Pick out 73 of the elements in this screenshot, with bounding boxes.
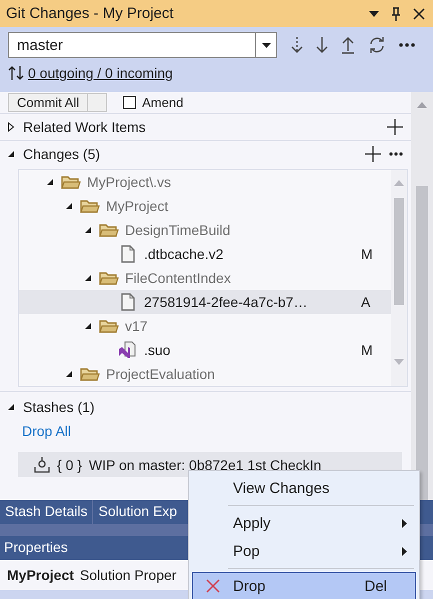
- pull-icon[interactable]: [316, 36, 328, 54]
- tree-item[interactable]: 27581914-2fee-4a7c-b7… A: [19, 290, 391, 314]
- more-icon[interactable]: [399, 43, 415, 47]
- file-name: .dtbcache.v2: [144, 246, 224, 262]
- menu-item[interactable]: Apply: [192, 509, 416, 537]
- scrollbar[interactable]: [411, 92, 433, 500]
- submenu-arrow-icon: [402, 518, 407, 528]
- collapse-arrow-icon[interactable]: [65, 202, 73, 210]
- folder-name: ProjectEvaluation: [106, 366, 216, 382]
- tree-item[interactable]: v17: [19, 314, 391, 338]
- stash-message: WIP on master: 0b872e1 1st CheckIn: [88, 456, 322, 472]
- collapse-arrow-icon[interactable]: [84, 274, 92, 282]
- section-header: Related Work Items: [23, 119, 147, 135]
- fetch-icon[interactable]: [291, 36, 303, 54]
- solution-file-icon: [118, 341, 138, 359]
- section-header: Changes (5): [23, 146, 102, 162]
- amend-checkbox[interactable]: [123, 96, 136, 109]
- push-icon[interactable]: [341, 36, 355, 54]
- collapse-arrow-icon[interactable]: [7, 403, 15, 411]
- amend-label: Amend: [142, 95, 184, 110]
- incoming-outgoing-icon: [8, 65, 24, 81]
- drop-all-link[interactable]: Drop All: [0, 420, 72, 445]
- branch-dropdown[interactable]: master: [8, 32, 277, 58]
- file-name: 27581914-2fee-4a7c-b7…: [144, 294, 308, 310]
- folder-icon: [80, 366, 100, 382]
- sync-link[interactable]: 0 outgoing / 0 incoming: [28, 65, 173, 81]
- menu-item[interactable]: Drop Del: [192, 572, 416, 599]
- section-header: Stashes (1): [23, 399, 96, 415]
- change-status: M: [361, 246, 374, 262]
- collapse-arrow-icon[interactable]: [46, 178, 54, 186]
- more-icon[interactable]: [389, 152, 403, 156]
- close-icon[interactable]: [413, 8, 425, 20]
- collapse-arrow-icon[interactable]: [84, 322, 92, 330]
- tree-item[interactable]: MyProject\.vs: [19, 170, 391, 194]
- stash-icon: [34, 456, 50, 472]
- object-type: Solution Proper: [80, 567, 176, 583]
- window-title: Git Changes - My Project: [6, 5, 175, 22]
- tree-item[interactable]: .suo M: [19, 338, 391, 362]
- object-name: MyProject: [7, 567, 74, 583]
- tree-item[interactable]: MyProject: [19, 194, 391, 218]
- tree-item[interactable]: ProjectEvaluation: [19, 362, 391, 386]
- menu-item[interactable]: View Changes: [192, 474, 416, 502]
- change-status: A: [361, 294, 372, 310]
- stash-index: { 0 }: [57, 456, 82, 472]
- tool-tab[interactable]: Stash Details: [0, 500, 92, 524]
- folder-icon: [61, 174, 81, 190]
- folder-name: v17: [125, 318, 149, 334]
- collapse-arrow-icon[interactable]: [65, 370, 73, 378]
- change-status: M: [361, 342, 374, 358]
- collapse-arrow-icon[interactable]: [7, 150, 15, 158]
- folder-icon: [80, 198, 100, 214]
- tree-item[interactable]: DesignTimeBuild: [19, 218, 391, 242]
- tree-item[interactable]: FileContentIndex: [19, 266, 391, 290]
- submenu-arrow-icon: [402, 546, 407, 556]
- folder-name: MyProject: [106, 198, 170, 214]
- folder-icon: [99, 222, 119, 238]
- folder-name: FileContentIndex: [125, 270, 232, 286]
- add-icon[interactable]: [365, 146, 381, 162]
- tree-item[interactable]: .dtbcache.v2 M: [19, 242, 391, 266]
- file-name: .suo: [144, 342, 172, 358]
- collapse-arrow-icon[interactable]: [84, 226, 92, 234]
- expand-arrow-icon[interactable]: [7, 122, 15, 132]
- folder-icon: [99, 270, 119, 286]
- folder-name: DesignTimeBuild: [125, 222, 232, 238]
- folder-name: MyProject\.vs: [87, 174, 172, 190]
- commit-all-button[interactable]: Commit All: [8, 93, 108, 112]
- delete-icon: [206, 579, 220, 593]
- sync-icon[interactable]: [368, 36, 386, 54]
- dropdown-icon[interactable]: [369, 10, 379, 16]
- pin-icon[interactable]: [391, 6, 401, 20]
- caret-icon: [262, 42, 270, 48]
- add-icon[interactable]: [387, 119, 403, 135]
- folder-icon: [99, 318, 119, 334]
